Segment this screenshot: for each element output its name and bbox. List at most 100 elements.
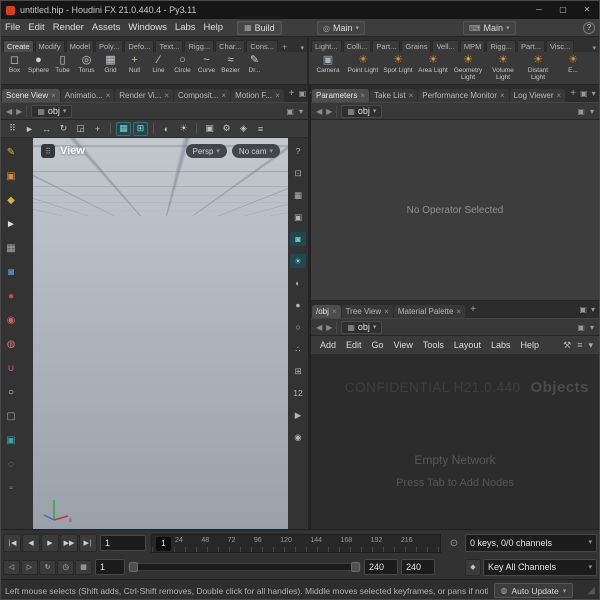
toolbar-icon[interactable] [153, 123, 154, 134]
forward-icon[interactable]: ▶ [16, 107, 22, 116]
menu-help[interactable]: Help [200, 22, 228, 33]
range-start-field[interactable]: 1 [95, 559, 125, 575]
radial-menu-selector[interactable]: ◎ Main ▾ [317, 21, 365, 35]
net-menu-labs[interactable]: Labs [486, 340, 516, 350]
pen-tool-icon[interactable]: ✎ [3, 144, 19, 160]
tile-tool-icon[interactable]: ▢ [3, 408, 19, 424]
shelf-tab-create[interactable]: Create [3, 40, 34, 52]
ring-tool-icon[interactable]: ○ [3, 384, 19, 400]
viewport-lighting-icon[interactable]: ☀ [290, 254, 306, 268]
menu-windows[interactable]: Windows [124, 22, 171, 33]
tool-line[interactable]: ∕ Line [147, 54, 170, 74]
close-tab-icon[interactable]: × [222, 91, 227, 100]
tool-volume-light[interactable]: ☀ Volume Light [486, 54, 520, 81]
tool-null[interactable]: + Null [123, 54, 146, 74]
shelf-tab-model[interactable]: Model [66, 40, 94, 52]
material-tool-icon[interactable]: ● [3, 288, 19, 304]
box-tool-icon[interactable]: ▣ [3, 168, 19, 184]
tab-scene-view[interactable]: Scene View × [2, 89, 60, 102]
tab-render-view[interactable]: Render Vi... × [115, 89, 173, 102]
desktop-build-button[interactable]: ▦ Build [237, 21, 282, 35]
gear-icon[interactable]: ⚙ [219, 122, 234, 136]
tool-spot-light[interactable]: ☀ Spot Light [381, 54, 415, 81]
menu-assets[interactable]: Assets [88, 22, 125, 33]
shelf-tab-mpm[interactable]: MPM [460, 40, 486, 52]
path-selector[interactable]: ▦ obj ▾ [341, 321, 382, 334]
tab-performance-monitor[interactable]: Performance Monitor × [418, 89, 508, 102]
net-menu-view[interactable]: View [389, 340, 418, 350]
quad-view-icon[interactable]: ⊞ [290, 364, 306, 378]
back-icon[interactable]: ◀ [316, 107, 322, 116]
menu-file[interactable]: File [1, 22, 24, 33]
close-tab-icon[interactable]: × [164, 91, 169, 100]
pane-dropdown-icon[interactable]: ▾ [592, 89, 596, 98]
shelf-tab-viscous[interactable]: Visc... [546, 40, 574, 52]
tool-bezier[interactable]: ≈ Bezier [219, 54, 242, 74]
projection-selector[interactable]: Persp ▾ [186, 144, 227, 158]
snap-point-icon[interactable]: ⊞ [133, 122, 148, 136]
tool-draw-curve[interactable]: ✎ Dr... [243, 54, 266, 74]
maximize-button[interactable]: ▢ [551, 1, 575, 19]
tab-compositor[interactable]: Composit... × [174, 89, 230, 102]
grid-tool-icon[interactable]: ▦ [3, 240, 19, 256]
current-frame-field[interactable]: 1 [100, 535, 146, 551]
shelf-tab-particles2[interactable]: Part... [517, 40, 545, 52]
close-tab-icon[interactable]: × [51, 91, 56, 100]
menu-edit[interactable]: Edit [24, 22, 48, 33]
pane-handle-icon[interactable]: ⠿ [5, 122, 20, 136]
tool-geometry-light[interactable]: ☀ Geometry Light [451, 54, 485, 81]
path-menu-icon[interactable]: ▾ [590, 107, 594, 116]
path-menu-icon[interactable]: ▾ [590, 323, 594, 332]
shelf-tab-rigging[interactable]: Rigg... [184, 40, 214, 52]
diamond-tool-icon[interactable]: ◆ [3, 192, 19, 208]
snap-grid-icon[interactable]: ▦ [116, 122, 131, 136]
tool-sphere[interactable]: ● Sphere [27, 54, 50, 74]
step-back-button[interactable]: ◀ [22, 534, 40, 552]
realtime-toggle-button[interactable]: ◷ [57, 560, 74, 575]
tool-grid[interactable]: ▦ Grid [99, 54, 122, 74]
key-all-channels-dropdown[interactable]: Key All Channels ▾ [483, 559, 597, 576]
select-arrow-icon[interactable]: ► [22, 122, 37, 136]
viewport-handle-icon[interactable]: ⠿ [41, 144, 55, 158]
minimize-button[interactable]: ─ [527, 1, 551, 19]
rotate-icon[interactable]: ↻ [56, 122, 71, 136]
shelf-tab-modify[interactable]: Modify [35, 40, 65, 52]
chevron-down-icon[interactable]: ▾ [588, 340, 593, 351]
camera-selector[interactable]: No cam ▾ [232, 144, 280, 158]
wrench-icon[interactable]: ⚒ [563, 340, 571, 351]
resize-grip-icon[interactable]: ◢ [587, 585, 595, 596]
shelf-tab-rigid[interactable]: Rigg... [486, 40, 516, 52]
close-tab-icon[interactable]: × [500, 91, 505, 100]
render-region-icon[interactable]: ◉ [3, 312, 19, 328]
shelf-tab-constraints[interactable]: Cons... [246, 40, 278, 52]
snap-tool-icon[interactable]: ▣ [3, 432, 19, 448]
toolbar-icon[interactable] [110, 123, 111, 134]
dashed-select-icon[interactable]: ◌ [3, 456, 19, 472]
timeline-zoom-icon[interactable]: ⊙ [446, 538, 462, 549]
frame-count-icon[interactable]: 12 [290, 386, 306, 400]
path-selector[interactable]: ▦ obj ▾ [341, 105, 382, 118]
camera-view-icon[interactable]: ▣ [290, 210, 306, 224]
tool-camera[interactable]: ▣ Camera [311, 54, 345, 81]
playbar-menu-button[interactable]: ▦ [75, 560, 92, 575]
loop-mode-button[interactable]: ↻ [39, 560, 56, 575]
tab-motion-fx[interactable]: Motion F... × [231, 89, 284, 102]
pin-pane-icon[interactable]: ▣ [286, 107, 294, 116]
close-tab-icon[interactable]: × [557, 91, 562, 100]
jump-to-start-button[interactable]: ∣◀ [3, 534, 21, 552]
translate-icon[interactable]: ↔ [39, 122, 54, 136]
shelf-tab-deform[interactable]: Defo... [124, 40, 154, 52]
path-menu-icon[interactable]: ▾ [299, 107, 303, 116]
tool-torus[interactable]: ◎ Torus [75, 54, 98, 74]
tool-box[interactable]: ◻ Box [3, 54, 26, 74]
set-keyframe-button[interactable]: ◆ [465, 559, 481, 576]
small-grid-icon[interactable]: ▫ [3, 480, 19, 496]
playhead[interactable]: 1 [156, 537, 171, 551]
keys-summary-dropdown[interactable]: 0 keys, 0/0 channels ▾ [465, 534, 597, 552]
pane-dropdown-icon[interactable]: ▾ [591, 305, 595, 314]
lighting-icon[interactable]: ☀ [176, 122, 191, 136]
help-icon[interactable]: ? [583, 22, 595, 34]
tab-tree-view[interactable]: Tree View × [342, 305, 393, 318]
back-icon[interactable]: ◀ [316, 323, 322, 332]
tab-parameters[interactable]: Parameters × [312, 89, 369, 102]
